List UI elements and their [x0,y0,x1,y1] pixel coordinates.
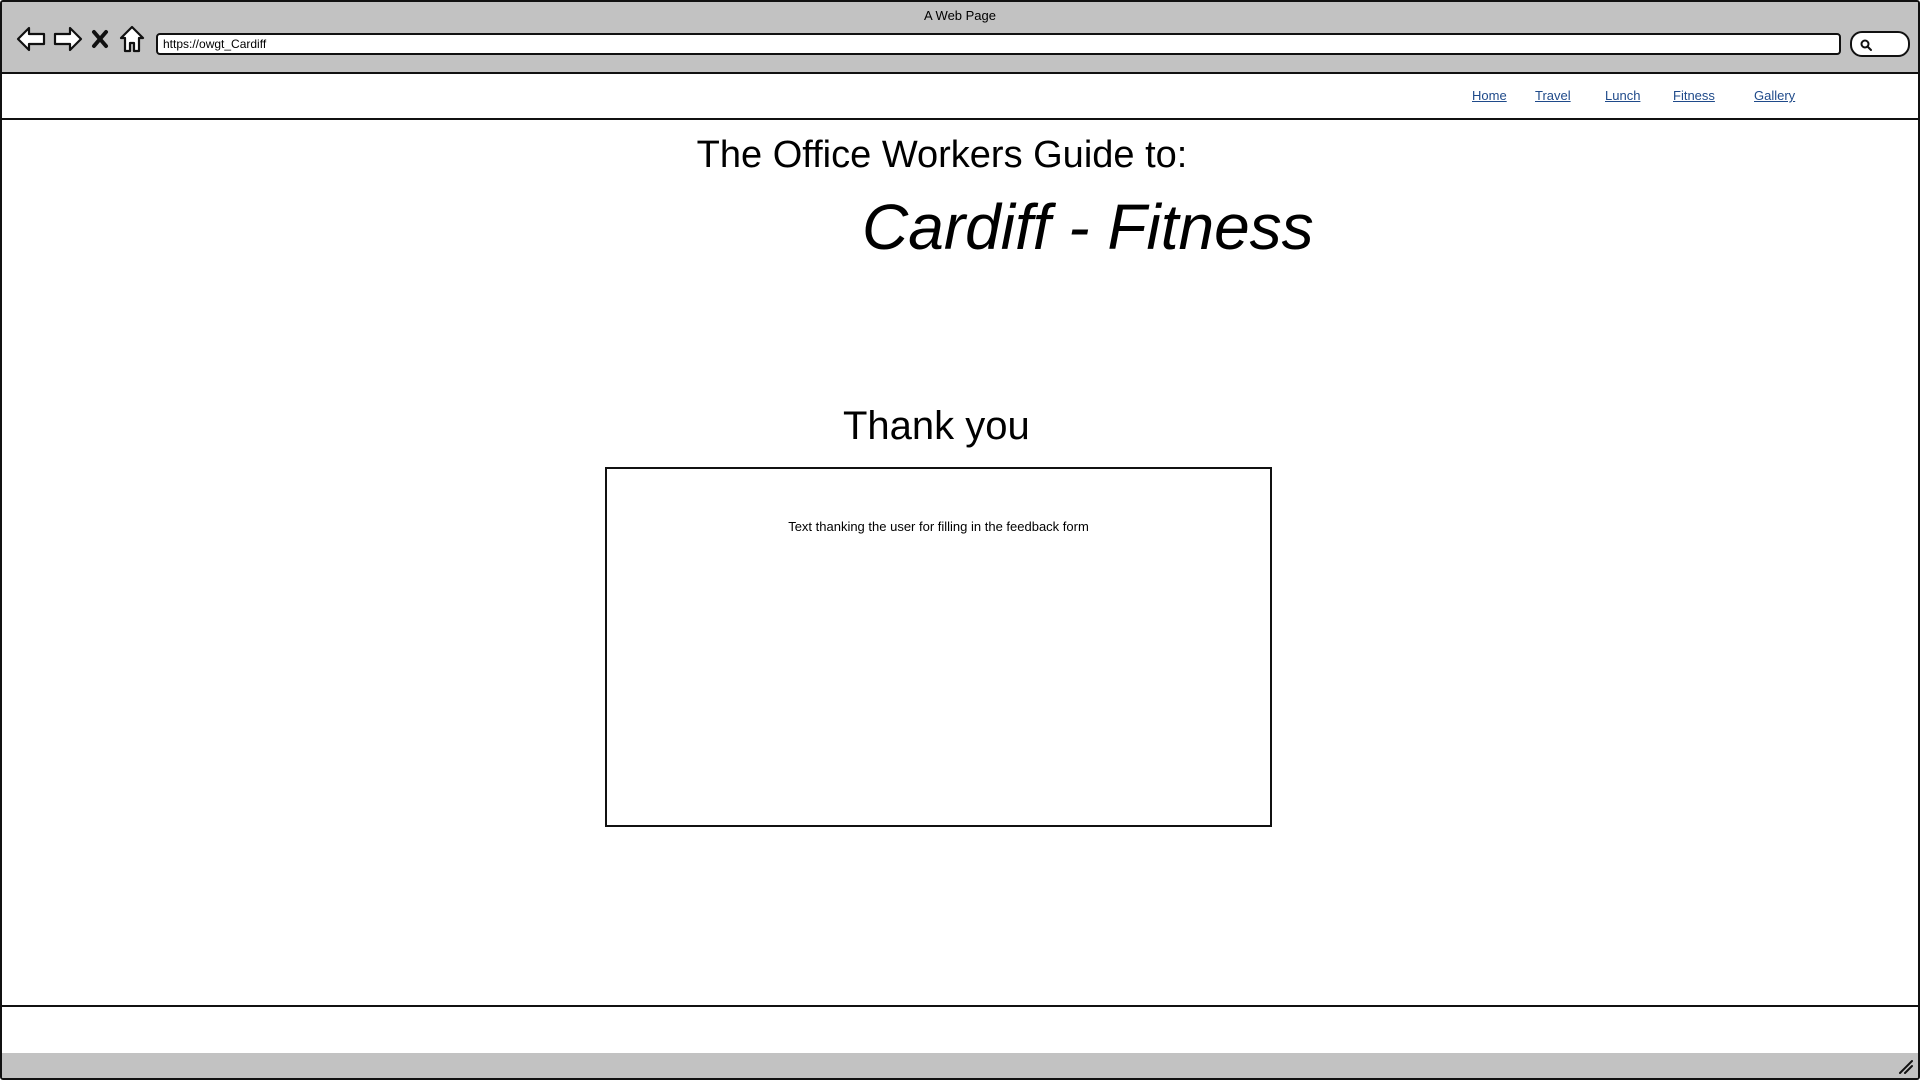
resize-grip-icon[interactable] [1896,1057,1914,1075]
nav-link-travel[interactable]: Travel [1535,88,1571,103]
browser-toolbar: A Web Page https://owgt_Cardiff [2,2,1918,74]
home-button[interactable] [117,24,147,54]
window-title: A Web Page [923,8,997,23]
stop-button[interactable] [89,24,111,54]
back-button[interactable] [16,24,46,54]
thank-you-text: Text thanking the user for filling in th… [788,519,1089,534]
nav-link-home[interactable]: Home [1472,88,1507,103]
site-navigation: Home Travel Lunch Fitness Gallery [2,74,1918,120]
search-button[interactable] [1850,31,1910,57]
page-footer [2,1005,1918,1055]
nav-link-lunch[interactable]: Lunch [1605,88,1640,103]
nav-link-gallery[interactable]: Gallery [1754,88,1795,103]
search-icon [1860,39,1872,51]
page-heading: The Office Workers Guide to: [696,134,1188,176]
status-bar [2,1053,1918,1078]
back-arrow-icon [16,26,46,52]
nav-link-fitness[interactable]: Fitness [1673,88,1715,103]
forward-arrow-icon [53,26,83,52]
thank-you-text-box: Text thanking the user for filling in th… [605,467,1272,827]
thank-you-title: Thank you [843,404,1030,448]
page-subheading: Cardiff - Fitness [862,191,1314,263]
home-icon [119,25,145,53]
close-icon [92,30,108,48]
browser-window: A Web Page https://owgt_Cardiff Home Tra… [0,0,1920,1080]
forward-button[interactable] [53,24,83,54]
url-bar[interactable]: https://owgt_Cardiff [156,33,1841,55]
